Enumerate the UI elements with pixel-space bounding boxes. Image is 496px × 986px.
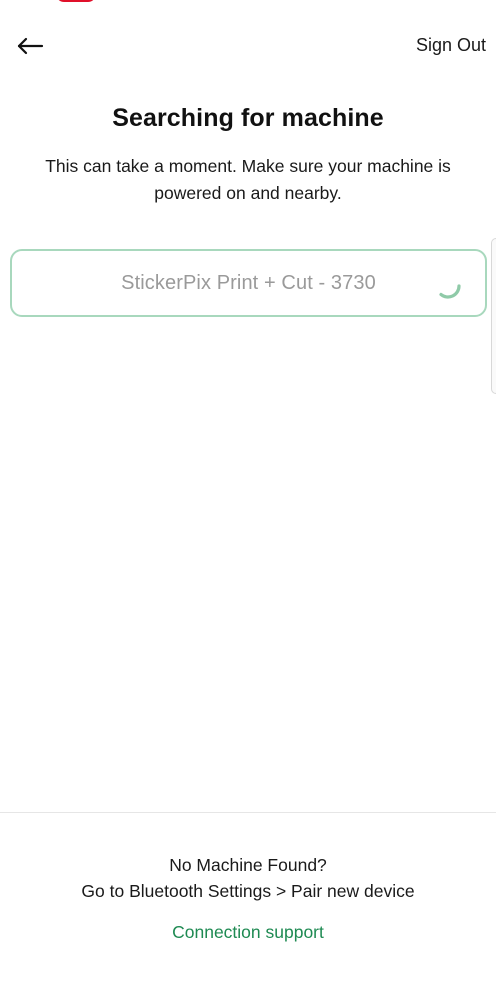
loading-spinner-icon — [439, 284, 461, 299]
page-title: Searching for machine — [112, 104, 384, 132]
bluetooth-instructions: Go to Bluetooth Settings > Pair new devi… — [81, 881, 415, 901]
connection-support-link[interactable]: Connection support — [0, 922, 496, 943]
top-bar: Sign Out — [0, 0, 496, 92]
back-button[interactable] — [10, 30, 50, 62]
bottom-help-panel: No Machine Found? Go to Bluetooth Settin… — [0, 812, 496, 986]
arrow-left-icon — [17, 37, 44, 55]
page-subtitle: This can take a moment. Make sure your m… — [45, 156, 451, 203]
sign-out-button[interactable]: Sign Out — [416, 35, 486, 56]
machine-list-item[interactable]: StickerPix Print + Cut - 3730 — [10, 249, 487, 317]
no-machine-found-text: No Machine Found? — [169, 855, 327, 875]
machine-name: StickerPix Print + Cut - 3730 — [121, 271, 376, 294]
side-panel-handle[interactable] — [491, 238, 496, 394]
